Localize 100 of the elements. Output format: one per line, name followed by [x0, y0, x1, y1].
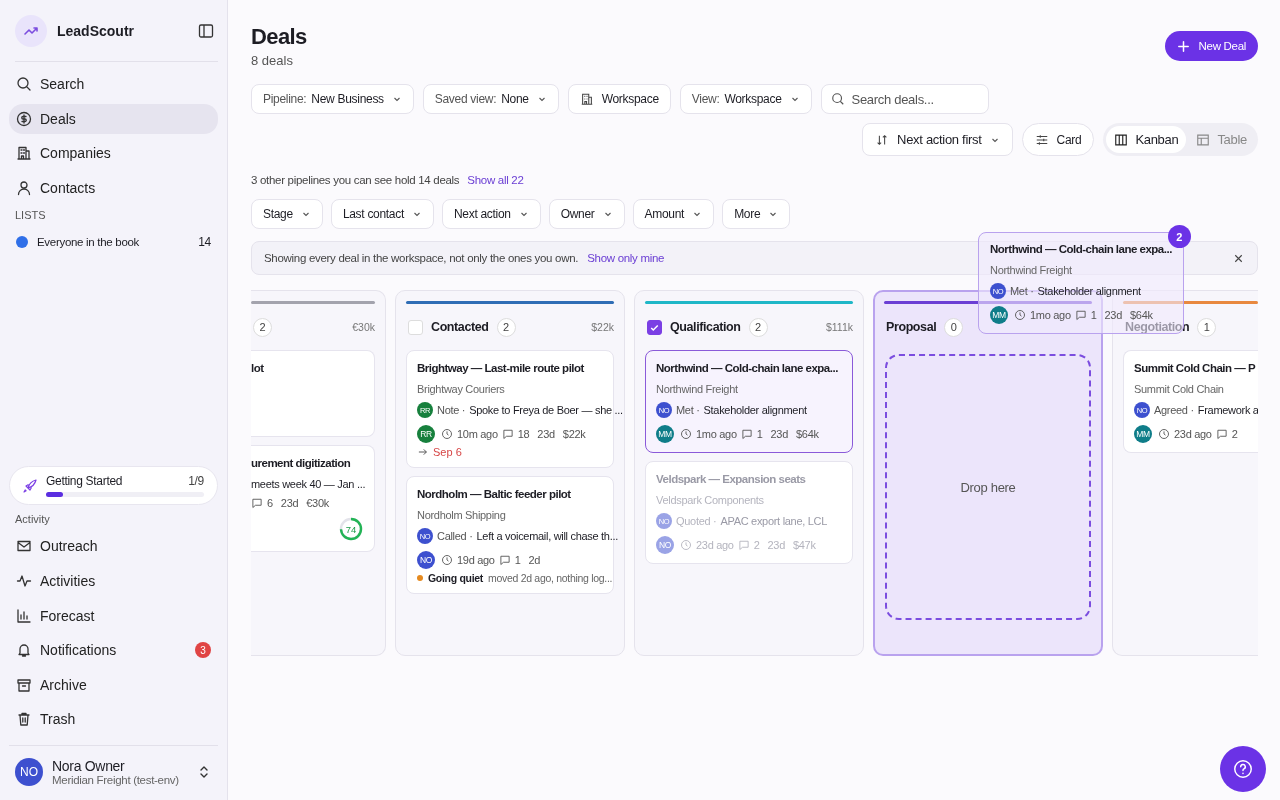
filter-dropdown[interactable]: More — [722, 199, 791, 229]
deal-card[interactable]: urement digitization meets week 40 — Jan ... 6 23d €30k 74 — [251, 445, 375, 552]
deal-title: Nordholm — Baltic feeder pilot — [417, 487, 571, 502]
stage-count: 1 — [1197, 317, 1217, 337]
search-field[interactable]: Search deals... — [820, 84, 989, 114]
deal-amount: $64k — [796, 428, 819, 440]
building-icon — [16, 145, 32, 162]
stage-name: Contacted — [431, 320, 489, 334]
filter-dropdown[interactable]: Owner — [548, 199, 625, 229]
sidebar-toggle-icon[interactable] — [198, 22, 214, 39]
nav-item[interactable]: Outreach — [9, 531, 218, 562]
pipeline-dropdown[interactable]: Pipeline: New Business — [251, 84, 414, 114]
comment-icon — [737, 539, 750, 551]
archive-icon — [16, 676, 32, 693]
clock-icon — [441, 554, 453, 566]
new-deal-button[interactable]: New Deal — [1164, 31, 1258, 61]
comment-count: 2 — [753, 539, 760, 551]
nav-item[interactable]: Forecast — [9, 600, 218, 631]
pipelines-note: 3 other pipelines you can see hold 14 deals — [251, 174, 460, 186]
sort-dropdown[interactable]: Next action first — [862, 123, 1013, 156]
comment-icon — [1215, 428, 1228, 440]
activity-type: Met · — [676, 404, 700, 416]
drop-zone[interactable]: Drop here — [885, 354, 1091, 620]
comment-count: 18 — [517, 428, 530, 440]
filter-dropdown[interactable]: Amount — [632, 199, 715, 229]
activity-type: Met · — [1010, 285, 1034, 297]
deal-title: Brightway — Last-mile route pilot — [417, 361, 584, 376]
workspace-button[interactable]: Workspace — [567, 84, 671, 114]
stage-count: 0 — [944, 317, 964, 337]
last-contact-time: 23d ago — [1174, 428, 1212, 440]
last-contact-time: 10m ago — [457, 428, 498, 440]
deal-amount: $22k — [562, 428, 586, 440]
bell-icon — [16, 642, 32, 659]
list-item[interactable]: Everyone in the book 14 — [0, 229, 227, 256]
checkbox[interactable] — [647, 319, 662, 335]
owner-avatar: NO — [656, 536, 674, 554]
clock-icon — [1014, 309, 1026, 321]
show-all-link[interactable]: Show all 22 — [467, 174, 524, 186]
nav-item[interactable]: Activities — [9, 566, 218, 597]
company-name: Northwind Freight — [990, 264, 1073, 276]
activity-type: Quoted · — [676, 515, 717, 527]
progress-count: 1/9 — [188, 474, 204, 489]
rocket-icon — [22, 477, 38, 494]
stage-amount: $111k — [825, 321, 853, 333]
nav-item[interactable]: Contacts — [9, 172, 218, 203]
company-name: Brightway Couriers — [417, 383, 505, 395]
nav-item[interactable]: Notifications 3 — [9, 635, 218, 666]
user-avatar: NO — [15, 758, 43, 786]
comment-count: 1 — [756, 428, 763, 440]
sliders-icon — [1034, 132, 1049, 147]
card-settings-button[interactable]: Card — [1021, 123, 1095, 156]
user-name: Nora Owner — [52, 758, 126, 774]
section-heading: Activity — [14, 512, 51, 528]
getting-started-card[interactable]: Getting Started 1/9 — [9, 466, 218, 506]
deal-card[interactable]: lot — [251, 350, 375, 437]
score-ring: 74 — [338, 516, 364, 542]
next-action-date: Sep 6 — [433, 446, 462, 458]
trash-icon — [16, 711, 32, 728]
account-switcher[interactable]: NO Nora Owner Meridian Freight (test-env) — [9, 745, 218, 800]
company-name: Summit Cold Chain — [1134, 383, 1224, 395]
filter-dropdown[interactable]: Stage — [251, 199, 323, 229]
last-contact-time: 19d ago — [457, 554, 495, 566]
plus-icon — [1175, 38, 1191, 54]
page-title: Deals — [251, 24, 307, 50]
comment-count: 1 — [514, 554, 521, 566]
nav-item[interactable]: Archive — [9, 669, 218, 700]
saved-view-dropdown[interactable]: Saved view: None — [422, 84, 559, 114]
nav-item[interactable]: Deals — [9, 103, 218, 134]
activity-text: Stakeholder alignment — [1037, 285, 1141, 297]
filter-dropdown[interactable]: Last contact — [330, 199, 434, 229]
last-contact-time: 23d ago — [696, 539, 734, 551]
deal-age: 23d — [280, 497, 299, 509]
deal-amount: $64k — [1130, 309, 1153, 321]
banner-text: Showing every deal in the workspace, not only the ones you own. — [264, 252, 579, 264]
nav-item[interactable]: Trash — [9, 704, 218, 735]
deal-title: Northwind — Cold-chain lane expa... — [656, 361, 838, 376]
filter-dropdown[interactable]: Next action — [442, 199, 541, 229]
list-label: Everyone in the book — [37, 236, 141, 249]
comment-icon — [740, 428, 753, 440]
section-heading: LISTS — [14, 208, 47, 224]
nav-item[interactable]: Search — [9, 69, 218, 99]
app-name: LeadScoutr — [57, 22, 135, 39]
stage-count: 2 — [496, 317, 516, 337]
signal-label: Going quiet — [428, 572, 484, 584]
clock-icon — [441, 428, 453, 440]
last-contact-time: 1mo ago — [1030, 309, 1071, 321]
question-icon — [1232, 758, 1254, 780]
help-button[interactable] — [1220, 746, 1266, 792]
layout-tab[interactable]: Kanban — [1106, 126, 1187, 153]
view-dropdown[interactable]: View: Workspace — [679, 84, 812, 114]
search-icon — [16, 76, 32, 92]
deal-age: 23d — [1104, 309, 1122, 321]
company-name: Northwind Freight — [656, 383, 738, 395]
table-icon — [1196, 132, 1211, 147]
stage-amount: $22k — [591, 321, 614, 333]
show-mine-link[interactable]: Show only mine — [587, 252, 665, 264]
stage-amount: €30k — [352, 321, 375, 333]
search-icon — [830, 92, 845, 106]
deal-age: 23d — [770, 428, 788, 440]
nav-item[interactable]: Companies — [9, 138, 218, 169]
